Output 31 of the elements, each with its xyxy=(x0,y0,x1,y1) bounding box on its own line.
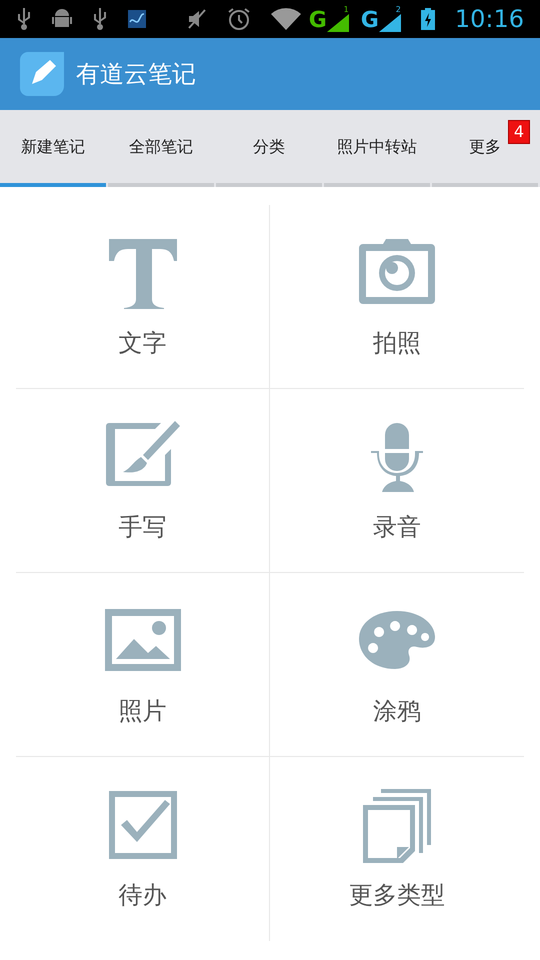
note-type-button[interactable]: 涂鸦 xyxy=(270,573,524,757)
note-type-button[interactable]: 拍照 xyxy=(270,205,524,389)
sim-number: 2 xyxy=(396,6,401,14)
note-type-button[interactable]: 手写 xyxy=(16,389,270,573)
usb-icon xyxy=(92,8,108,30)
network-type-label: G xyxy=(360,10,379,32)
android-icon xyxy=(52,8,72,30)
note-type-button[interactable]: 待办 xyxy=(16,757,270,941)
clock-time: 10:16 xyxy=(454,4,524,35)
muted-speaker-icon xyxy=(186,8,207,30)
note-type-button[interactable]: 更多类型 xyxy=(270,757,524,941)
tab[interactable]: 新建笔记 xyxy=(0,110,106,187)
wifi-icon xyxy=(270,8,301,30)
app-title: 有道云笔记 xyxy=(76,59,196,90)
network-type-label: G xyxy=(308,10,327,32)
signal-icon xyxy=(378,14,401,32)
note-type-button[interactable]: 文字 xyxy=(16,205,270,389)
signal-icon xyxy=(326,14,349,32)
notification-badge: 4 xyxy=(508,120,530,144)
app-logo-icon xyxy=(20,52,64,96)
battery-charging-icon xyxy=(420,8,435,30)
note-type-button[interactable]: 录音 xyxy=(270,389,524,573)
app-notification-icon xyxy=(128,10,146,28)
tab[interactable]: 照片中转站 xyxy=(324,110,430,187)
tab[interactable]: 更多 4 xyxy=(432,110,538,187)
alarm-clock-icon xyxy=(226,7,251,31)
usb-icon xyxy=(16,8,32,30)
sim-number: 1 xyxy=(344,6,349,14)
tab[interactable]: 分类 xyxy=(216,110,322,187)
tab[interactable]: 全部笔记 xyxy=(108,110,214,187)
note-type-button[interactable]: 照片 xyxy=(16,573,270,757)
